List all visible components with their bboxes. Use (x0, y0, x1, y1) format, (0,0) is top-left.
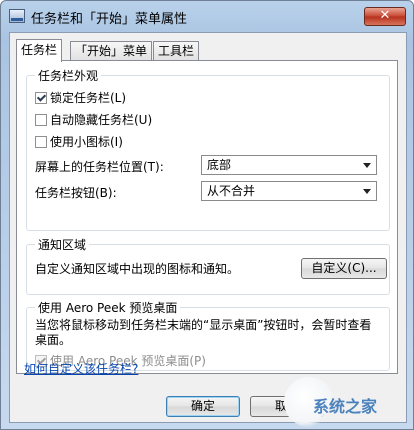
taskbar-buttons-label: 任务栏按钮(B): (35, 186, 117, 200)
tab-toolbars[interactable]: 工具栏 (153, 41, 200, 60)
taskbar-appearance-label: 任务栏外观 (35, 67, 102, 84)
autohide-taskbar-checkbox[interactable]: 自动隐藏任务栏(U) (35, 111, 152, 128)
taskbar-buttons-select[interactable]: 从不合并 (201, 181, 377, 201)
taskbar-position-label: 屏幕上的任务栏位置(T): (35, 160, 164, 174)
help-link[interactable]: 如何自定义该任务栏? (24, 360, 138, 377)
taskbar-app-icon (9, 9, 25, 23)
small-icons-check-icon[interactable] (35, 135, 47, 148)
close-button[interactable]: ✕ (364, 7, 406, 26)
notification-area-group: 通知区域 自定义通知区域中出现的图标和通知。 自定义(C)... (26, 236, 390, 295)
tab-taskbar[interactable]: 任务栏 (16, 39, 63, 62)
lock-taskbar-check-icon[interactable] (35, 91, 47, 104)
aero-peek-description: 当您将鼠标移动到任务栏末端的“显示桌面”按钮时，会暂时查看桌面。 (35, 318, 372, 347)
watermark-text: 系统之家 (313, 397, 378, 416)
taskbar-position-value: 底部 (207, 158, 232, 172)
aero-peek-label: 使用 Aero Peek 预览桌面 (35, 299, 181, 316)
small-icons-label: 使用小图标(I) (50, 135, 123, 149)
tab-start-menu[interactable]: 「开始」菜单 (70, 41, 153, 60)
ok-button[interactable]: 确定 (166, 396, 240, 417)
taskbar-buttons-value: 从不合并 (207, 184, 256, 198)
taskbar-position-select[interactable]: 底部 (201, 155, 377, 175)
lock-taskbar-checkbox[interactable]: 锁定任务栏(L) (35, 89, 126, 106)
small-icons-checkbox[interactable]: 使用小图标(I) (35, 133, 123, 150)
notification-description: 自定义通知区域中出现的图标和通知。 (35, 262, 240, 276)
chevron-down-icon (363, 189, 371, 194)
autohide-check-icon[interactable] (35, 113, 47, 126)
chevron-down-icon (363, 163, 371, 168)
taskbar-appearance-group: 任务栏外观 锁定任务栏(L) 自动隐藏任务栏(U) 使用小图标(I) 屏幕上的任… (26, 67, 390, 231)
autohide-label: 自动隐藏任务栏(U) (50, 113, 153, 127)
notification-area-label: 通知区域 (35, 236, 90, 253)
customize-button[interactable]: 自定义(C)... (301, 258, 387, 279)
dialog-body: 任务栏 「开始」菜单 工具栏 任务栏外观 锁定任务栏(L) 自动隐藏任务栏(U)… (9, 32, 407, 423)
lock-taskbar-label: 锁定任务栏(L) (50, 91, 127, 105)
properties-window: 任务栏和「开始」菜单属性 ✕ 任务栏 「开始」菜单 工具栏 任务栏外观 锁定任务… (0, 0, 414, 430)
taskbar-tab-panel: 任务栏外观 锁定任务栏(L) 自动隐藏任务栏(U) 使用小图标(I) 屏幕上的任… (16, 60, 398, 374)
window-title: 任务栏和「开始」菜单属性 (31, 12, 188, 27)
title-bar[interactable]: 任务栏和「开始」菜单属性 ✕ (1, 1, 413, 31)
